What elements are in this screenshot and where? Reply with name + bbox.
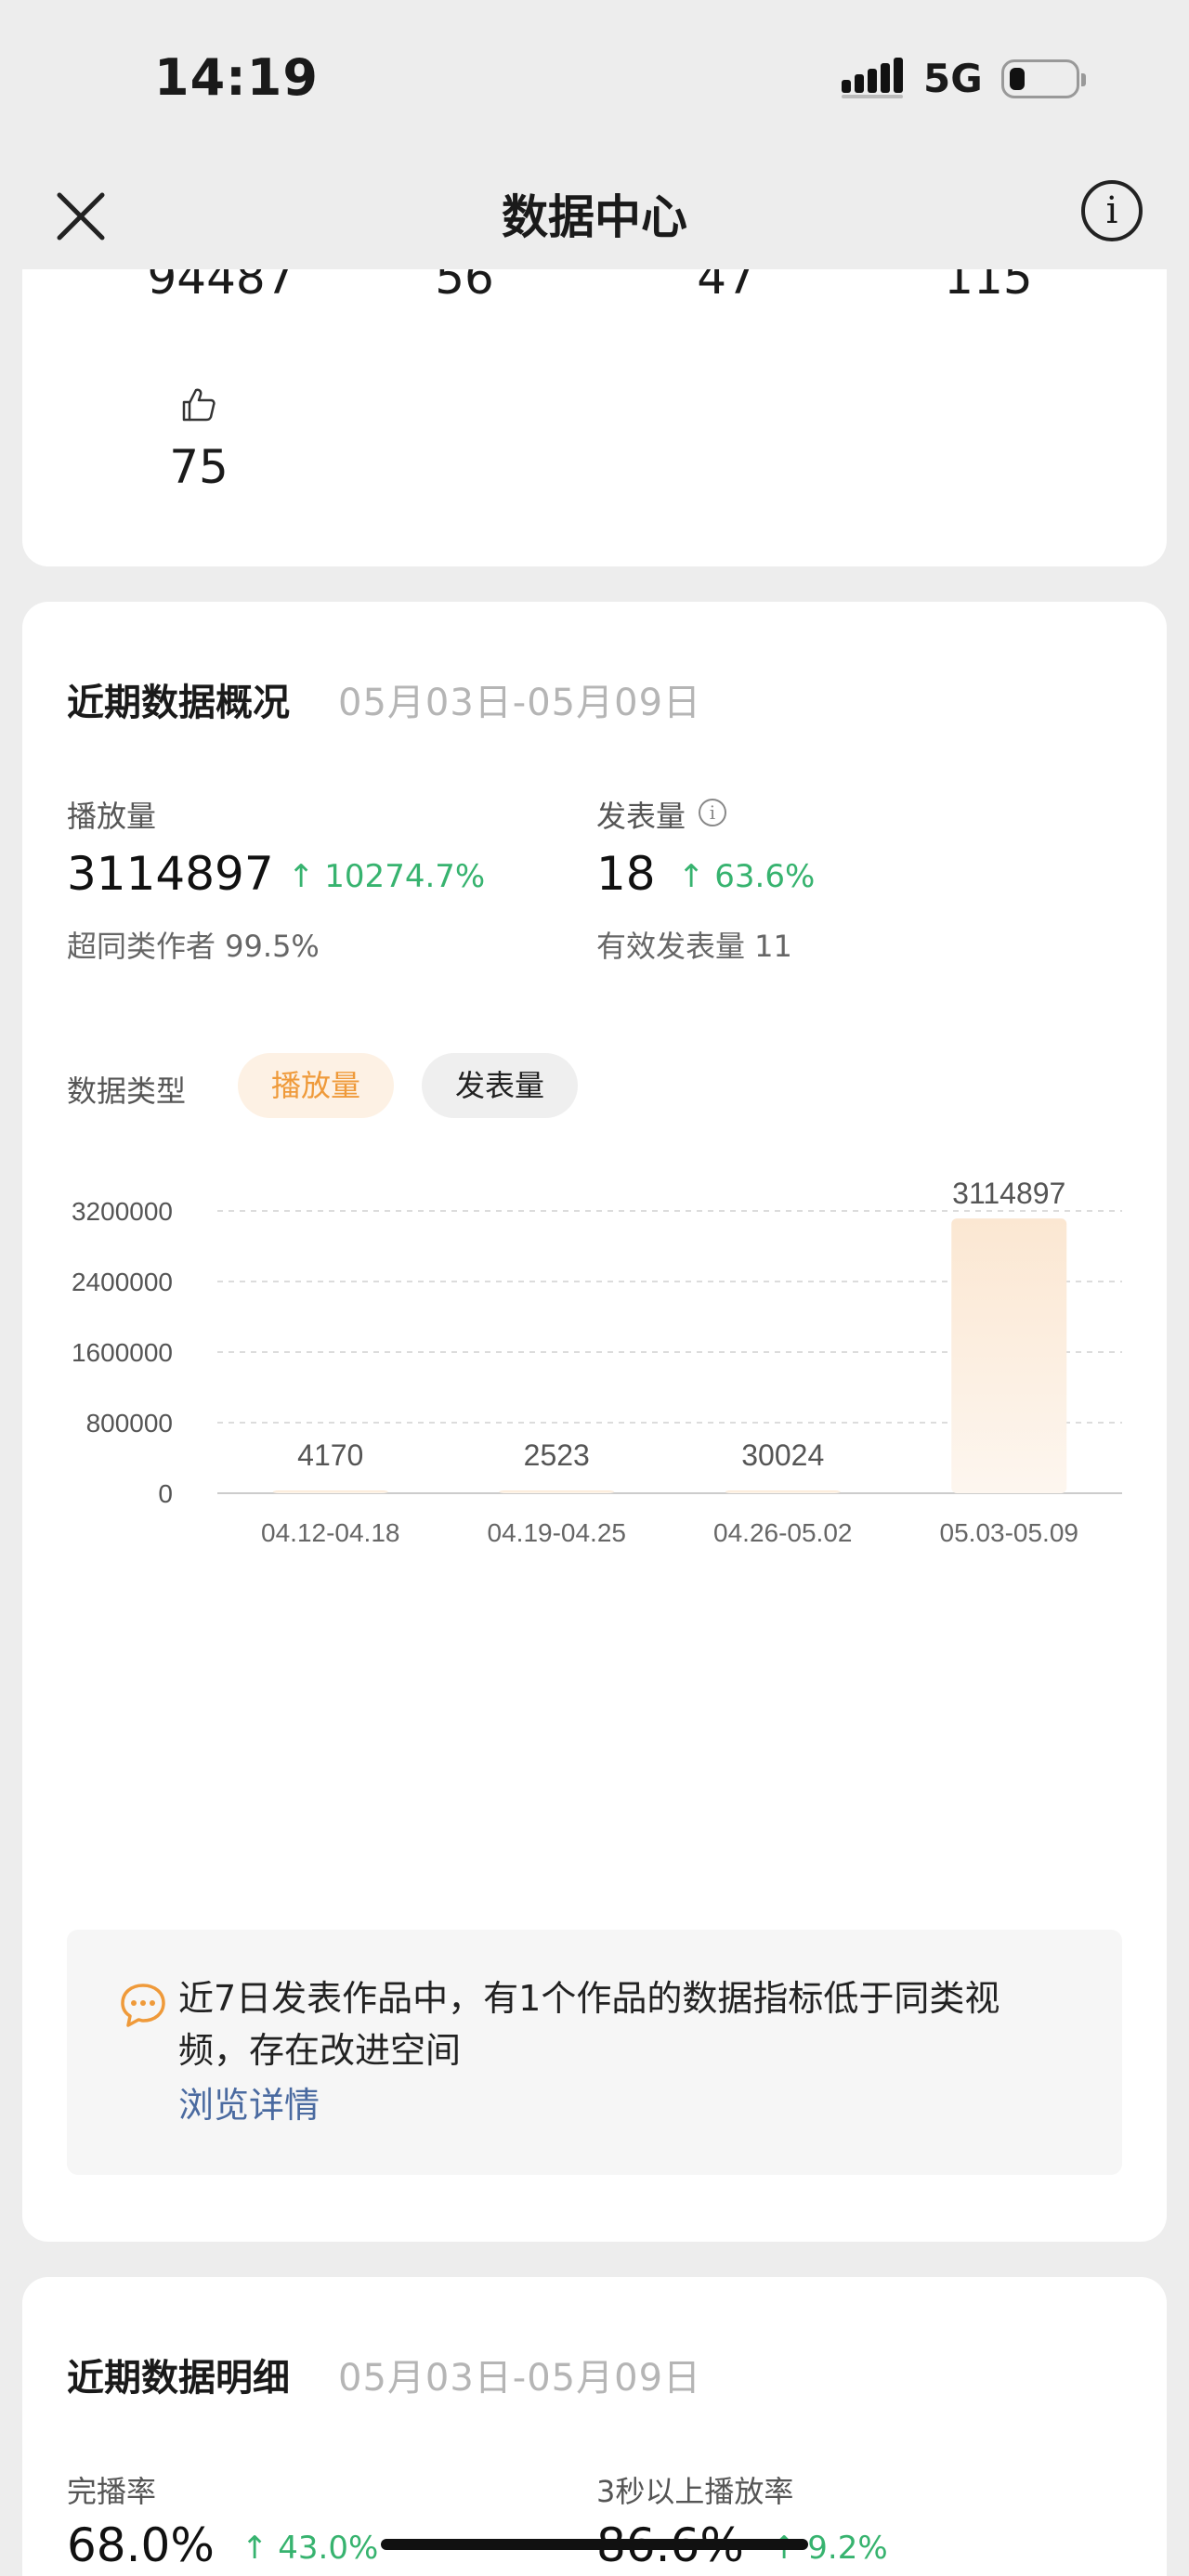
detail-card: 近期数据明细 05月03日-05月09日 完播率 68.0% ↑ 43.0% 3… (22, 2277, 1167, 2576)
status-bar: 14:19 5G (0, 0, 1189, 149)
x-tick-label: 04.26-05.02 (713, 1518, 852, 1547)
plays-trend: ↑ 10274.7% (288, 858, 486, 895)
chip-plays[interactable]: 播放量 (238, 1053, 395, 1118)
likes-count: 75 (169, 440, 229, 494)
posts-label: 发表量 (596, 799, 686, 834)
data-type-label: 数据类型 (67, 1073, 187, 1109)
bar (499, 1490, 615, 1493)
battery-low-icon (1001, 59, 1086, 98)
tip-text: 近7日发表作品中，有1个作品的数据指标低于同类视频，存在改进空间 (178, 1978, 1000, 2071)
posts-trend: ↑ 63.6% (678, 858, 816, 895)
detail-date-range: 05月03日-05月09日 (338, 2357, 702, 2400)
home-indicator (381, 2539, 808, 2550)
network-type: 5G (923, 56, 983, 101)
y-tick-label: 3200000 (72, 1197, 173, 1226)
y-tick-label: 2400000 (72, 1268, 173, 1296)
plays-label: 播放量 (67, 799, 157, 834)
bar-value-label: 3114897 (952, 1177, 1065, 1210)
summary-stats-card: 94487 56 47 115 75 (22, 232, 1167, 566)
signal-bars-icon (842, 58, 903, 98)
posts-info-icon[interactable]: i (699, 799, 726, 826)
bar (725, 1490, 841, 1493)
plays-bar-chart: 0 800000 1600000 2400000 3200000 4170 04.12-04… (72, 1177, 1122, 1547)
x-tick-label: 05.03-05.09 (940, 1518, 1078, 1547)
completion-trend: ↑ 43.0% (242, 2530, 379, 2567)
bar-value-label: 4170 (297, 1438, 363, 1472)
y-tick-label: 0 (158, 1479, 173, 1508)
bar-value-label: 30024 (741, 1438, 824, 1472)
x-tick-label: 04.12-04.18 (261, 1518, 399, 1547)
info-icon[interactable]: i (1081, 180, 1143, 241)
chat-bubble-icon (121, 1984, 165, 2027)
nav-bar: 数据中心 i (0, 149, 1189, 269)
bar (951, 1218, 1067, 1493)
y-tick-label: 800000 (86, 1409, 173, 1438)
status-time: 14:19 (154, 48, 319, 107)
three-sec-label: 3秒以上播放率 (596, 2474, 794, 2509)
overview-title: 近期数据概况 (67, 682, 290, 724)
chip-posts[interactable]: 发表量 (422, 1053, 579, 1118)
overview-date-range: 05月03日-05月09日 (338, 682, 702, 724)
posts-sub: 有效发表量 11 (596, 929, 792, 964)
bar (272, 1490, 388, 1493)
view-details-link[interactable]: 浏览详情 (178, 2076, 320, 2127)
detail-title: 近期数据明细 (67, 2357, 290, 2400)
page-title: 数据中心 (502, 190, 687, 244)
y-tick-label: 1600000 (72, 1338, 173, 1367)
plays-sub: 超同类作者 99.5% (67, 929, 320, 964)
completion-value: 68.0% (67, 2518, 215, 2572)
thumbs-up-icon (182, 388, 216, 422)
bar-value-label: 2523 (524, 1438, 590, 1472)
tip-box: 近7日发表作品中，有1个作品的数据指标低于同类视频，存在改进空间 浏览详情 (67, 1930, 1122, 2175)
x-tick-label: 04.19-04.25 (488, 1518, 626, 1547)
plays-value: 3114897 (67, 847, 274, 901)
posts-value: 18 (596, 847, 656, 901)
overview-card: 近期数据概况 05月03日-05月09日 播放量 3114897 ↑ 10274… (22, 602, 1167, 2242)
completion-label: 完播率 (67, 2474, 157, 2509)
